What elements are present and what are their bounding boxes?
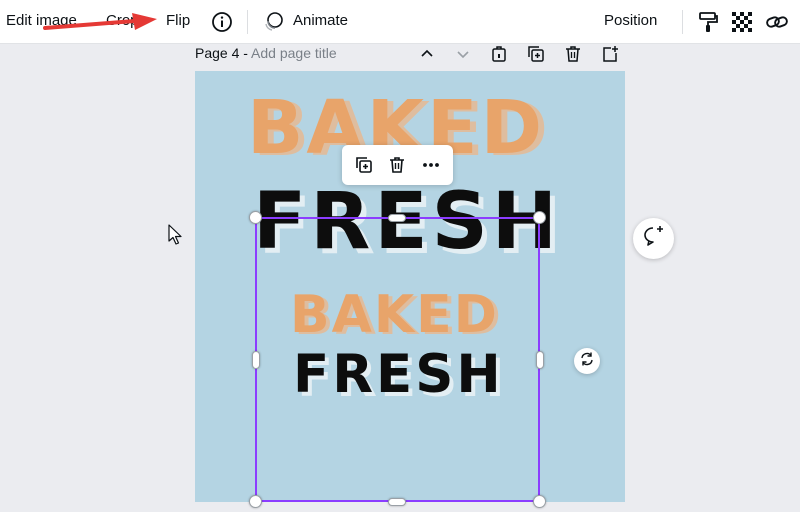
- rotate-button[interactable]: [574, 348, 600, 374]
- rotate-icon: [579, 351, 595, 372]
- mouse-cursor-icon: [168, 224, 182, 245]
- more-icon[interactable]: [419, 153, 443, 177]
- duplicate-page-icon[interactable]: [526, 44, 546, 64]
- animate-button[interactable]: Animate: [293, 12, 348, 30]
- animate-icon[interactable]: [260, 9, 286, 35]
- resize-handle-bottom-left[interactable]: [249, 495, 262, 508]
- comment-add-icon: [642, 224, 666, 253]
- flip-button[interactable]: Flip: [166, 12, 190, 30]
- chevron-up-icon[interactable]: [417, 44, 437, 64]
- toolbar-divider: [682, 10, 683, 34]
- delete-page-icon[interactable]: [563, 44, 583, 64]
- resize-handle-left[interactable]: [252, 351, 260, 369]
- resize-handle-right[interactable]: [536, 351, 544, 369]
- trash-icon[interactable]: [385, 153, 409, 177]
- page-title[interactable]: Page 4 - Add page title: [195, 45, 337, 61]
- resize-handle-top-right[interactable]: [533, 211, 546, 224]
- selection-frame[interactable]: [255, 217, 540, 502]
- page-header: Page 4 - Add page title: [195, 44, 625, 66]
- editor-toolbar: Edit image Crop Flip Animate Position: [0, 0, 800, 44]
- lock-icon[interactable]: [489, 44, 509, 64]
- page-number-label: Page 4 -: [195, 45, 252, 61]
- add-page-icon[interactable]: [600, 44, 620, 64]
- resize-handle-top-left[interactable]: [249, 211, 262, 224]
- element-context-menu: [342, 145, 453, 185]
- paint-roller-icon[interactable]: [695, 9, 721, 35]
- resize-handle-top[interactable]: [388, 214, 406, 222]
- red-arrow-annotation: [43, 13, 157, 30]
- resize-handle-bottom-right[interactable]: [533, 495, 546, 508]
- chevron-down-icon[interactable]: [453, 44, 473, 64]
- add-comment-button[interactable]: [633, 218, 674, 259]
- link-icon[interactable]: [764, 9, 790, 35]
- resize-handle-bottom[interactable]: [388, 498, 406, 506]
- page-title-input[interactable]: Add page title: [251, 45, 337, 61]
- info-icon[interactable]: [209, 9, 235, 35]
- position-button[interactable]: Position: [604, 12, 657, 30]
- copy-icon[interactable]: [352, 153, 376, 177]
- toolbar-divider: [247, 10, 248, 34]
- transparency-icon[interactable]: [729, 9, 755, 35]
